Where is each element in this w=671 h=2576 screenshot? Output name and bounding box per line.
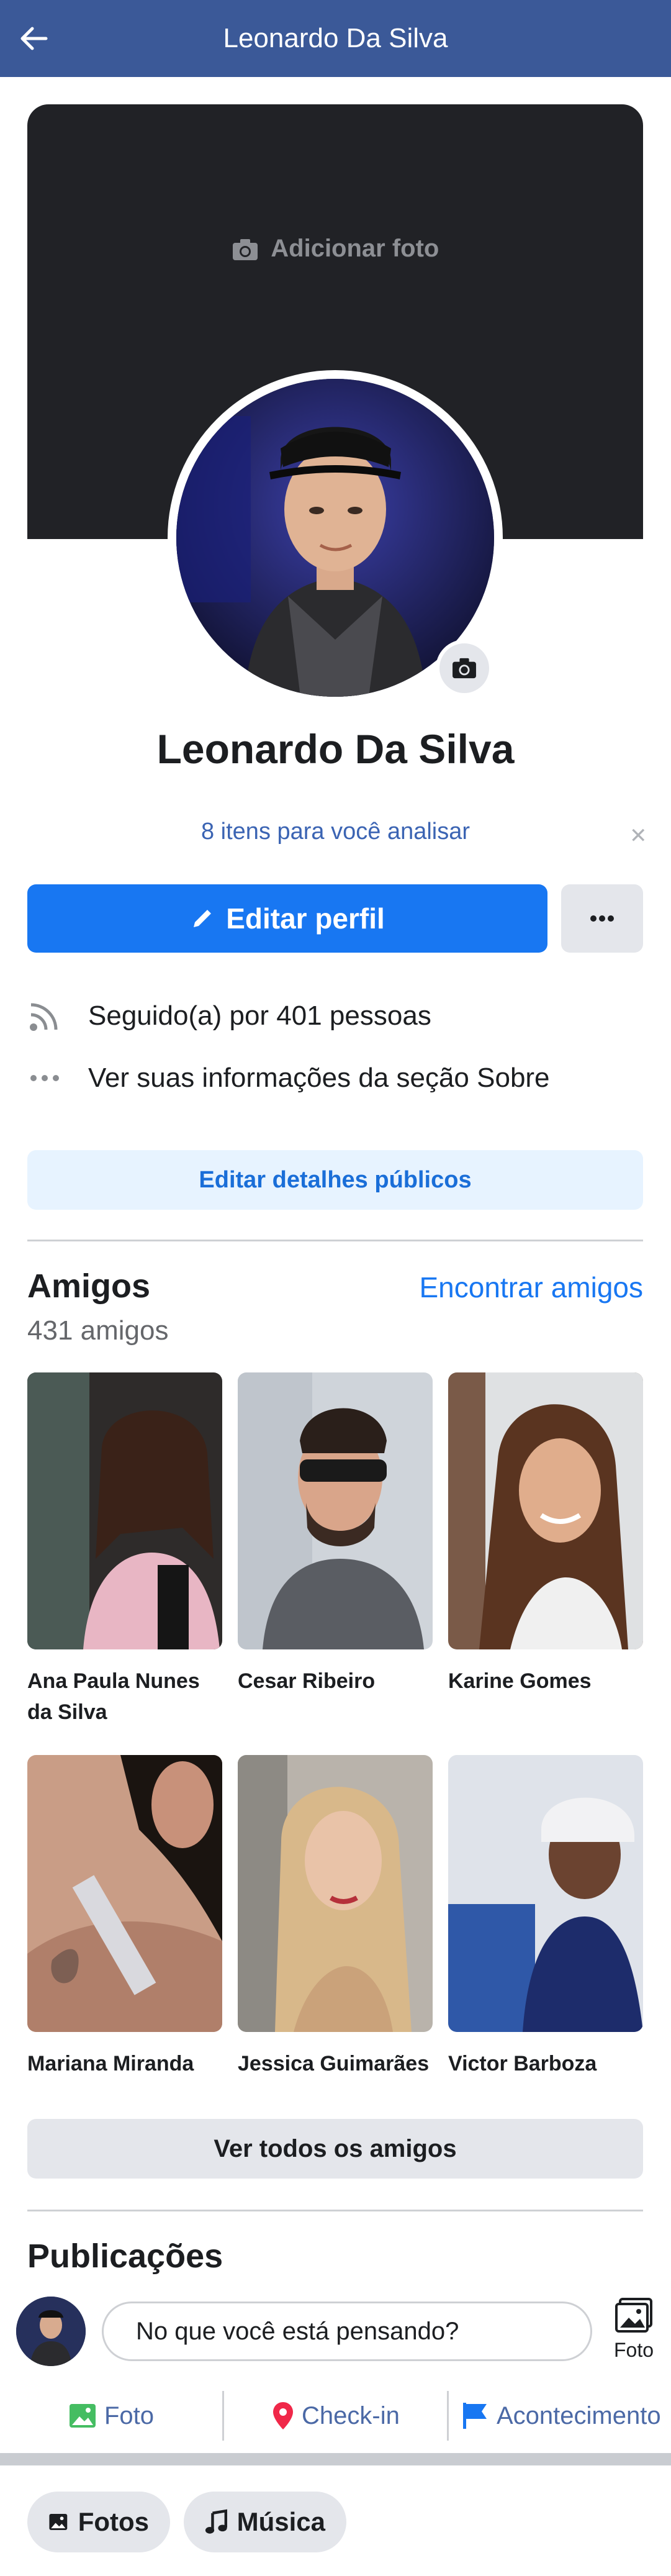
image-icon [615, 2298, 652, 2333]
friend-name: Karine Gomes [448, 1669, 592, 1693]
post-composer-input[interactable]: No que você está pensando? [102, 2302, 592, 2361]
section-separator [0, 2453, 671, 2465]
divider [27, 1240, 643, 1241]
friend-name: Victor Barboza [448, 2052, 597, 2075]
posts-section-title: Publicações [27, 2238, 223, 2275]
page-title: Leonardo Da Silva [223, 23, 448, 53]
friend-card[interactable]: Ana Paula Nunes da Silva [27, 1372, 222, 1728]
more-dots-icon [590, 915, 614, 922]
checkin-action-button[interactable]: Check-in [272, 2396, 400, 2436]
about-link-text: Ver suas informações da seção Sobre [88, 1063, 550, 1093]
photos-chip[interactable]: Fotos [27, 2492, 170, 2552]
friend-card[interactable]: Jessica Guimarães [238, 1755, 433, 2079]
divider [27, 2210, 643, 2211]
friend-card[interactable]: Victor Barboza [448, 1755, 643, 2079]
photo-icon [70, 2404, 96, 2428]
friend-card[interactable]: Cesar Ribeiro [238, 1372, 433, 1697]
followers-row: Seguido(a) por 401 pessoas [27, 999, 431, 1033]
photos-chip-label: Fotos [78, 2507, 149, 2536]
friend-photo [448, 1372, 643, 1649]
music-note-icon [205, 2509, 227, 2534]
pencil-icon [194, 910, 212, 927]
about-row[interactable]: Ver suas informações da seção Sobre [27, 1061, 550, 1095]
divider [222, 2391, 224, 2441]
review-items-link[interactable]: 8 itens para você analisar [0, 819, 671, 845]
followers-text: Seguido(a) por 401 pessoas [88, 1000, 431, 1031]
music-chip[interactable]: Música [184, 2492, 346, 2552]
friend-photo [27, 1755, 222, 2032]
friend-name: Jessica Guimarães [238, 2052, 430, 2075]
find-friends-link[interactable]: Encontrar amigos [420, 1271, 644, 1304]
change-profile-picture-button[interactable] [436, 640, 493, 697]
friend-name: Cesar Ribeiro [238, 1669, 376, 1693]
music-chip-label: Música [236, 2507, 325, 2536]
more-options-button[interactable] [561, 884, 643, 953]
friend-card[interactable]: Karine Gomes [448, 1372, 643, 1697]
top-app-bar: Leonardo Da Silva [0, 0, 671, 77]
flag-icon [463, 2403, 487, 2429]
edit-public-details-button[interactable]: Editar detalhes públicos [27, 1150, 643, 1210]
photo-action-button[interactable]: Foto [68, 2396, 154, 2436]
friend-card[interactable]: Mariana Miranda [27, 1755, 222, 2079]
close-icon[interactable]: ✕ [629, 823, 647, 848]
friend-photo [238, 1755, 433, 2032]
profile-name: Leonardo Da Silva [156, 726, 515, 772]
see-all-friends-button[interactable]: Ver todos os amigos [27, 2119, 643, 2179]
photo-action-label: Foto [104, 2401, 155, 2429]
friends-section-title: Amigos [27, 1268, 151, 1305]
life-event-action-button[interactable]: Acontecimento [461, 2396, 661, 2436]
camera-icon [232, 239, 258, 261]
add-cover-photo-label: Adicionar foto [271, 235, 439, 262]
friend-name: Mariana Miranda [27, 2052, 194, 2075]
edit-profile-label: Editar perfil [226, 902, 385, 935]
friend-photo [238, 1372, 433, 1649]
life-event-action-label: Acontecimento [497, 2401, 661, 2429]
friend-photo [448, 1755, 643, 2032]
checkin-action-label: Check-in [302, 2401, 400, 2429]
rss-feed-icon [27, 999, 62, 1033]
composer-avatar[interactable] [16, 2297, 86, 2366]
composer-photo-label: Foto [613, 2339, 654, 2361]
more-dots-icon [27, 1061, 62, 1095]
divider [447, 2391, 449, 2441]
camera-icon [453, 658, 476, 679]
location-pin-icon [273, 2402, 293, 2429]
edit-profile-button[interactable]: Editar perfil [27, 884, 547, 953]
add-cover-photo-button[interactable]: Adicionar foto [27, 235, 643, 263]
composer-photo-button[interactable]: Foto [608, 2297, 659, 2362]
friend-photo [27, 1372, 222, 1649]
friend-name: Ana Paula Nunes da Silva [27, 1669, 200, 1724]
photos-icon [49, 2514, 68, 2530]
friends-count: 431 amigos [27, 1315, 169, 1346]
